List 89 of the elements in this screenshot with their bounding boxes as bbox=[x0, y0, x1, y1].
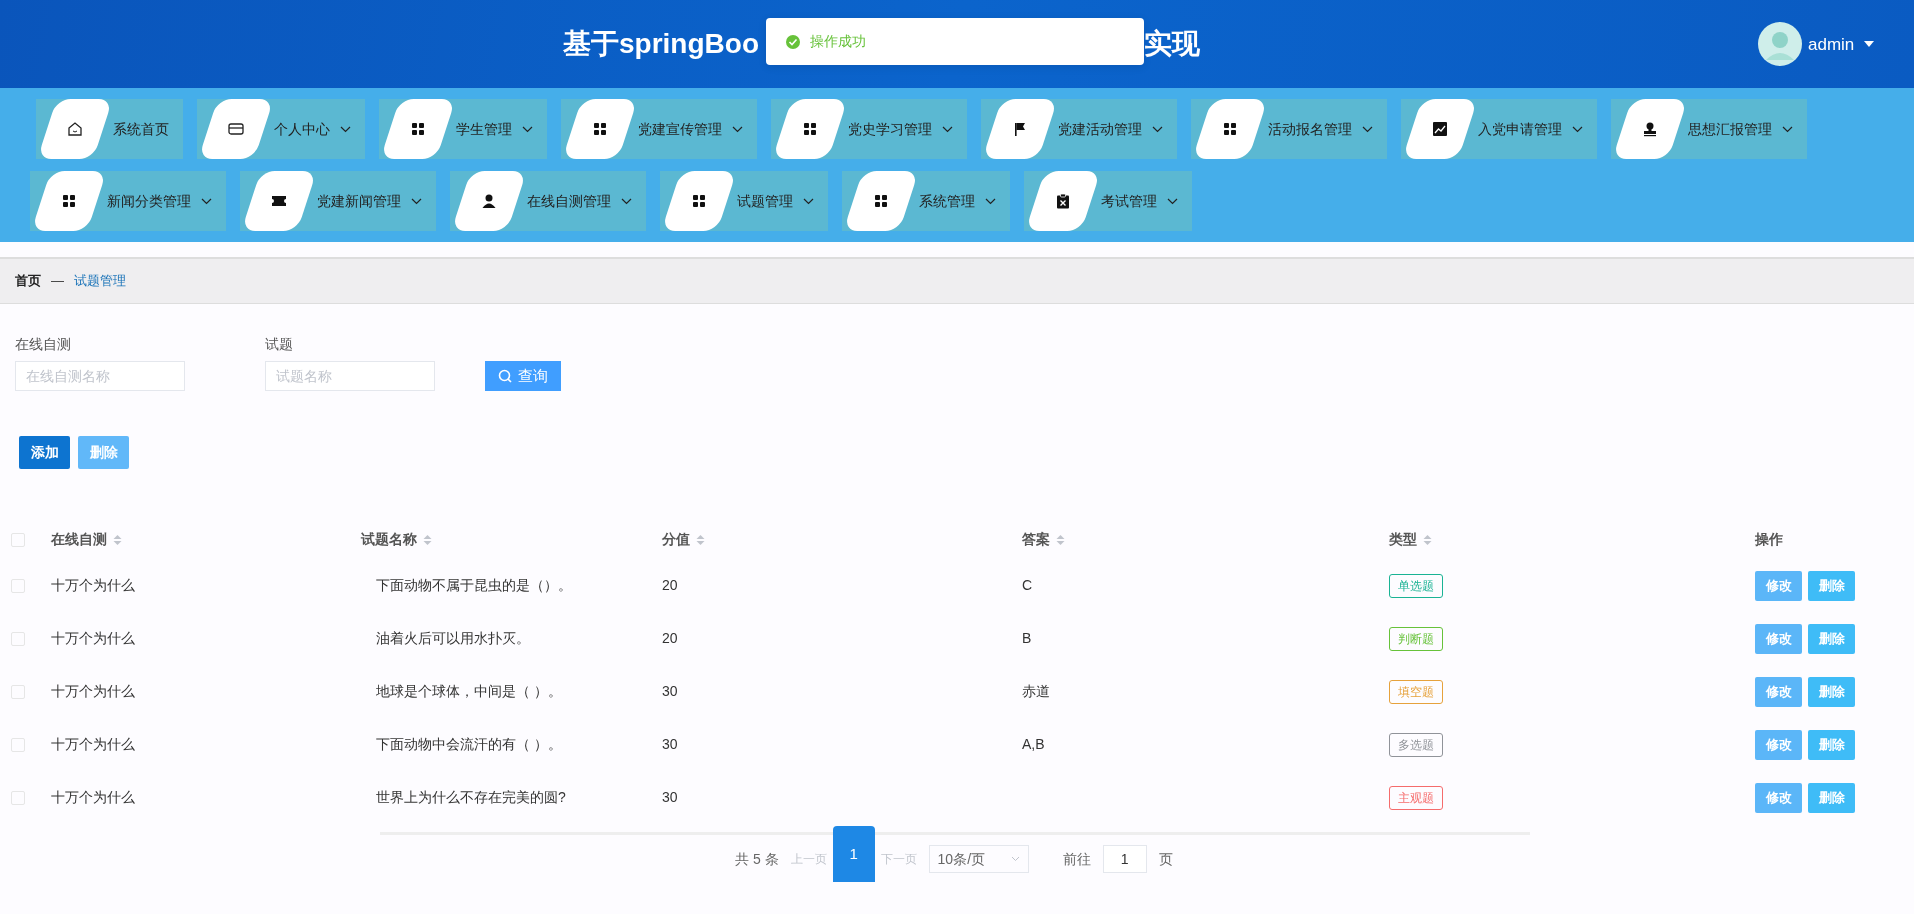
grid-icon bbox=[1222, 121, 1238, 137]
table-cell: 下面动物中会流汗的有（ ）。 bbox=[376, 736, 562, 752]
table-cell: 十万个为什么 bbox=[51, 683, 135, 699]
field-label: 在线自测 bbox=[15, 335, 72, 354]
nav-menu-button[interactable]: 思想汇报管理 bbox=[1611, 99, 1807, 159]
search-field[interactable]: 试题名称 bbox=[265, 361, 435, 391]
table-cell: 十万个为什么 bbox=[51, 577, 135, 593]
nav-menu-button[interactable]: 试题管理 bbox=[660, 171, 828, 231]
nav-menu-button[interactable]: 个人中心 bbox=[197, 99, 365, 159]
table-cell: 十万个为什么 bbox=[51, 789, 135, 805]
search-field[interactable]: 在线自测名称 bbox=[15, 361, 185, 391]
checkbox[interactable] bbox=[11, 791, 25, 806]
nav-menu-button[interactable]: 党建活动管理 bbox=[981, 99, 1177, 159]
stamp-icon bbox=[1642, 121, 1658, 137]
type-tag: 单选题 bbox=[1389, 573, 1443, 598]
column-header[interactable]: 答案 bbox=[1022, 530, 1050, 547]
table-cell: 下面动物不属于昆虫的是（）。 bbox=[376, 577, 572, 593]
grid-icon bbox=[802, 121, 818, 137]
chevron-down-icon bbox=[1010, 856, 1020, 862]
column-header: 操作 bbox=[1755, 530, 1783, 547]
person-icon bbox=[481, 193, 497, 209]
caret-icon bbox=[1864, 41, 1874, 47]
nav-menu-button[interactable]: 党建宣传管理 bbox=[561, 99, 757, 159]
table-cell: 十万个为什么 bbox=[51, 736, 135, 752]
grid-icon bbox=[873, 193, 889, 209]
nav-menu-button[interactable]: 在线自测管理 bbox=[450, 171, 646, 231]
toast-message: 操作成功 bbox=[766, 18, 1144, 65]
page-unit-label: 页 bbox=[1158, 849, 1173, 869]
nav-menu-button[interactable]: 考试管理 bbox=[1024, 171, 1192, 231]
grid-icon bbox=[592, 121, 608, 137]
type-tag: 多选题 bbox=[1389, 732, 1443, 757]
search-icon bbox=[498, 369, 512, 383]
nav-menu-button[interactable]: 活动报名管理 bbox=[1191, 99, 1387, 159]
nav-menu-button[interactable]: 党史学习管理 bbox=[771, 99, 967, 159]
table-cell: 世界上为什么不存在完美的圆? bbox=[376, 789, 566, 805]
table-cell: C bbox=[1022, 577, 1033, 593]
success-icon bbox=[786, 34, 800, 49]
page-title: 实现 bbox=[1144, 27, 1200, 61]
table-cell: 30 bbox=[662, 736, 678, 752]
table-cell: 地球是个球体，中间是（ ）。 bbox=[376, 683, 562, 699]
home-icon bbox=[67, 121, 83, 137]
ticket-icon bbox=[271, 193, 287, 209]
chart-icon bbox=[1432, 121, 1448, 137]
checkbox[interactable] bbox=[11, 632, 25, 647]
page-input[interactable]: 1 bbox=[1102, 845, 1147, 873]
table-cell: 十万个为什么 bbox=[51, 630, 135, 646]
column-header[interactable]: 分值 bbox=[662, 530, 690, 547]
table-cell: B bbox=[1022, 630, 1032, 646]
table-cell: 20 bbox=[662, 577, 678, 593]
nav-menu-button[interactable]: 入党申请管理 bbox=[1401, 99, 1597, 159]
breadcrumb-link[interactable]: 首页 bbox=[15, 271, 41, 291]
nav-menu-button[interactable]: 系统首页 bbox=[36, 99, 183, 159]
table-cell: 赤道 bbox=[1022, 683, 1050, 699]
add-button[interactable]: 添加 bbox=[19, 436, 70, 469]
page-title: 基于springBoo bbox=[563, 27, 759, 61]
breadcrumb-separator: — bbox=[51, 272, 64, 291]
nav-menu-button[interactable]: 学生管理 bbox=[379, 99, 547, 159]
user-menu[interactable]: admin bbox=[1808, 32, 1855, 58]
type-tag: 判断题 bbox=[1389, 626, 1443, 651]
nav-menu-button[interactable]: 党建新闻管理 bbox=[240, 171, 436, 231]
table-cell: 30 bbox=[662, 683, 678, 699]
clipboard-icon bbox=[1055, 193, 1071, 209]
grid-icon bbox=[61, 193, 77, 209]
checkbox[interactable] bbox=[11, 532, 25, 547]
type-tag: 填空题 bbox=[1389, 679, 1443, 704]
checkbox[interactable] bbox=[11, 579, 25, 594]
field-label: 试题 bbox=[265, 335, 294, 354]
checkbox[interactable] bbox=[11, 685, 25, 700]
checkbox[interactable] bbox=[11, 738, 25, 753]
column-header[interactable]: 在线自测 bbox=[51, 530, 107, 547]
avatar bbox=[1758, 22, 1802, 66]
nav-menu-button[interactable]: 新闻分类管理 bbox=[30, 171, 226, 231]
wallet-icon bbox=[228, 121, 244, 137]
page-size-select[interactable]: 10条/页 bbox=[928, 845, 1029, 873]
column-header[interactable]: 类型 bbox=[1389, 530, 1417, 547]
table-cell: 油着火后可以用水扑灭。 bbox=[376, 630, 530, 646]
grid-icon bbox=[691, 193, 707, 209]
goto-label: 前往 bbox=[1062, 849, 1091, 869]
flag-icon bbox=[1012, 121, 1028, 137]
grid-icon bbox=[410, 121, 426, 137]
nav-menu-button[interactable]: 系统管理 bbox=[842, 171, 1010, 231]
column-header[interactable]: 试题名称 bbox=[361, 530, 417, 547]
type-tag: 主观题 bbox=[1389, 785, 1443, 810]
table-cell: 20 bbox=[662, 630, 678, 646]
page-button[interactable]: 1 bbox=[832, 826, 875, 882]
table-cell: 30 bbox=[662, 789, 678, 805]
breadcrumb-current: 试题管理 bbox=[74, 272, 126, 291]
table-cell: A,B bbox=[1022, 736, 1045, 752]
total-count: 共 5 条 bbox=[735, 849, 779, 869]
